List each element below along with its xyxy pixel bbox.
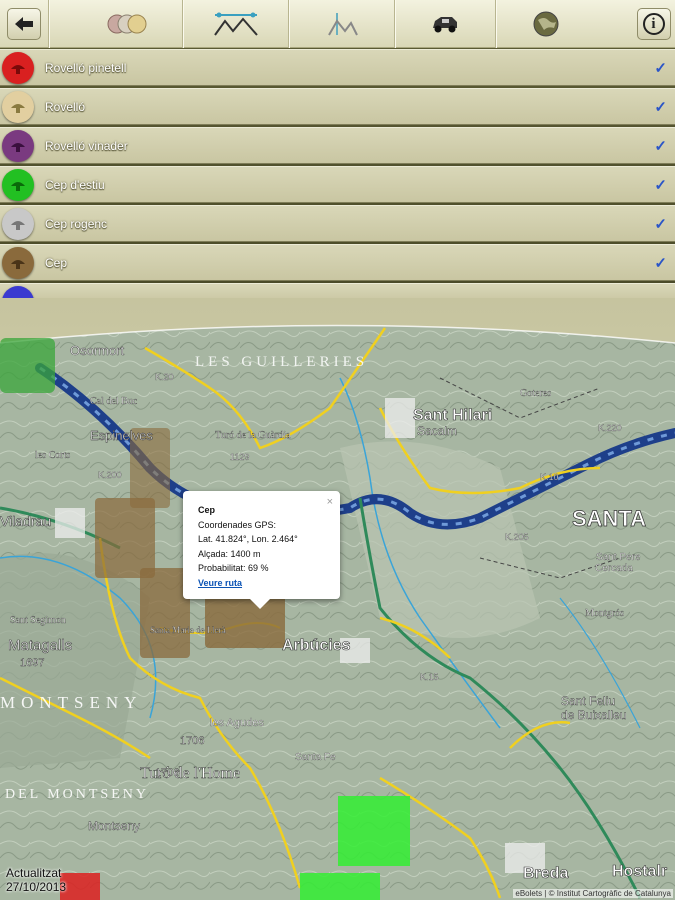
label-santa-maria-llera: Santa Maria de Llerà — [150, 625, 226, 635]
back-button[interactable] — [0, 0, 48, 48]
mushroom-cap-icon — [2, 91, 34, 123]
species-list: Rovelló pinetell ✓ Rovelló ✓ Rovelló vin… — [0, 48, 675, 298]
label-k200: K.200 — [98, 470, 122, 480]
label-sant-pere: Sant Pere — [596, 552, 641, 563]
species-label: Cep d'estiu — [45, 178, 105, 192]
label-viladrau: Viladrau — [0, 513, 51, 529]
popup-probability: Probabilitat: 69 % — [198, 563, 269, 573]
species-label: Cep — [45, 256, 68, 270]
species-item-rovello[interactable]: Rovelló ✓ — [0, 88, 675, 125]
mushroom-cap-icon — [2, 286, 34, 298]
label-hostalric: Hostalr — [612, 863, 667, 880]
species-item-cep[interactable]: Cep ✓ — [0, 244, 675, 281]
check-icon: ✓ — [654, 177, 667, 194]
species-label: Rovelló pinetell — [45, 61, 127, 75]
label-les-corts: les Corts — [35, 450, 70, 461]
label-santa: SANTA — [572, 506, 646, 531]
label-les-guilleries: LES GUILLERIES — [195, 354, 368, 370]
label-sant-segimon: Sant Segimon — [10, 615, 66, 626]
label-cal-buc: Cal del Buc — [90, 396, 138, 407]
label-santa-fe: Santa Fe — [295, 752, 336, 763]
species-label: Rovelló — [45, 100, 86, 114]
label-espinelves: Espinelves — [90, 428, 153, 443]
top-toolbar: i — [0, 0, 675, 48]
popup-altitude: Alçada: 1400 m — [198, 548, 261, 559]
label-sant-hilari: Sant Hilari — [413, 407, 492, 424]
globe-icon — [533, 11, 559, 37]
label-sant-feliu: Sant Feliu — [561, 694, 615, 708]
check-icon: ✓ — [654, 255, 667, 272]
topographic-map[interactable]: Osormort LES GUILLERIES Sant Hilari Saca… — [0, 298, 675, 900]
check-icon: ✓ — [654, 216, 667, 233]
label-montseny: Montseny — [88, 819, 140, 833]
check-icon: ✓ — [654, 99, 667, 116]
species-label: Rovelló vinader — [45, 139, 128, 153]
mushroom-cap-icon — [2, 247, 34, 279]
back-arrow-icon — [7, 8, 41, 40]
updated-label: Actualitzat — [6, 866, 62, 880]
check-icon: ✓ — [654, 138, 667, 155]
info-button[interactable]: i — [632, 0, 675, 48]
location-popup: × Cep Coordenades GPS: Lat. 41.824°, Lon… — [183, 491, 340, 609]
zone-brown-marker — [95, 498, 155, 578]
close-icon[interactable]: × — [327, 495, 333, 510]
altitude-range-button[interactable] — [183, 0, 288, 48]
label-turo-alt: 1706 — [180, 735, 204, 747]
mushroom-cap-icon — [2, 52, 34, 84]
info-icon: i — [642, 13, 665, 35]
map-credits: eBolets | © Institut Cartogràfic de Cata… — [513, 889, 673, 898]
label-montgros: Montgrós — [585, 608, 624, 619]
species-item-rovello-pinetell[interactable]: Rovelló pinetell ✓ — [0, 49, 675, 86]
altitude-profile-button[interactable] — [289, 0, 394, 48]
label-k220: K.220 — [598, 423, 622, 433]
updated-info: Actualitzat 27/10/2013 — [6, 866, 66, 894]
check-icon: ✓ — [654, 60, 667, 77]
popup-title: Cep — [198, 505, 216, 515]
label-turo-alt-2: 1706 — [155, 767, 179, 779]
popup-coords: Lat. 41.824°, Lon. 2.464° — [198, 534, 298, 544]
mountain-range-icon — [213, 12, 258, 36]
label-k20: K.20 — [155, 372, 174, 382]
label-montseny-range: MONTSENY — [0, 693, 142, 712]
updated-date: 27/10/2013 — [6, 880, 67, 894]
species-item-rovello-vinader[interactable]: Rovelló vinader ✓ — [0, 127, 675, 164]
label-sacalm: Sacalm — [417, 424, 457, 438]
altitude-profile-icon — [327, 13, 358, 36]
car-icon — [433, 17, 457, 33]
label-goteres: Goteres — [520, 388, 551, 399]
mushroom-cap-icon — [2, 208, 34, 240]
car-route-button[interactable] — [395, 0, 495, 48]
map-view[interactable]: Osormort LES GUILLERIES Sant Hilari Saca… — [0, 298, 675, 900]
label-turo-guardia: Turó de la Guàrdia — [215, 430, 291, 441]
label-k10: K.10 — [540, 472, 559, 482]
label-arbucies: Arbúcies — [282, 637, 351, 654]
zone-green-marker — [338, 796, 410, 866]
label-del-montseny: DEL MONTSENY — [5, 787, 149, 802]
mushroom-caps-icon — [107, 14, 147, 34]
popup-gps-label: Coordenades GPS: — [198, 519, 277, 530]
label-les-agudes: les Agudes — [210, 717, 264, 729]
label-osormort: Osormort — [70, 343, 125, 358]
species-filter-button[interactable] — [72, 0, 182, 48]
view-route-link[interactable]: Veure ruta — [198, 576, 326, 591]
map-layer-button[interactable] — [496, 0, 596, 48]
species-item-partial[interactable] — [0, 283, 675, 298]
species-item-cep-rogenc[interactable]: Cep rogenc ✓ — [0, 205, 675, 242]
mushroom-cap-icon — [2, 169, 34, 201]
zone-green-marker — [0, 338, 55, 393]
species-label: Cep rogenc — [45, 217, 108, 231]
mushroom-cap-icon — [2, 130, 34, 162]
label-de-buixalleu: de Buixalleu — [561, 708, 626, 722]
label-breda: Breda — [523, 865, 568, 882]
label-cercada: Cercada — [595, 563, 633, 574]
label-matagalls-alt: 1697 — [20, 657, 44, 669]
label-k205: K.205 — [505, 532, 529, 542]
species-item-cep-destiu[interactable]: Cep d'estiu ✓ — [0, 166, 675, 203]
label-alt-1129: 1129 — [230, 452, 249, 462]
label-matagalls: Matagalls — [8, 637, 72, 654]
label-k15: K.15 — [420, 672, 439, 682]
